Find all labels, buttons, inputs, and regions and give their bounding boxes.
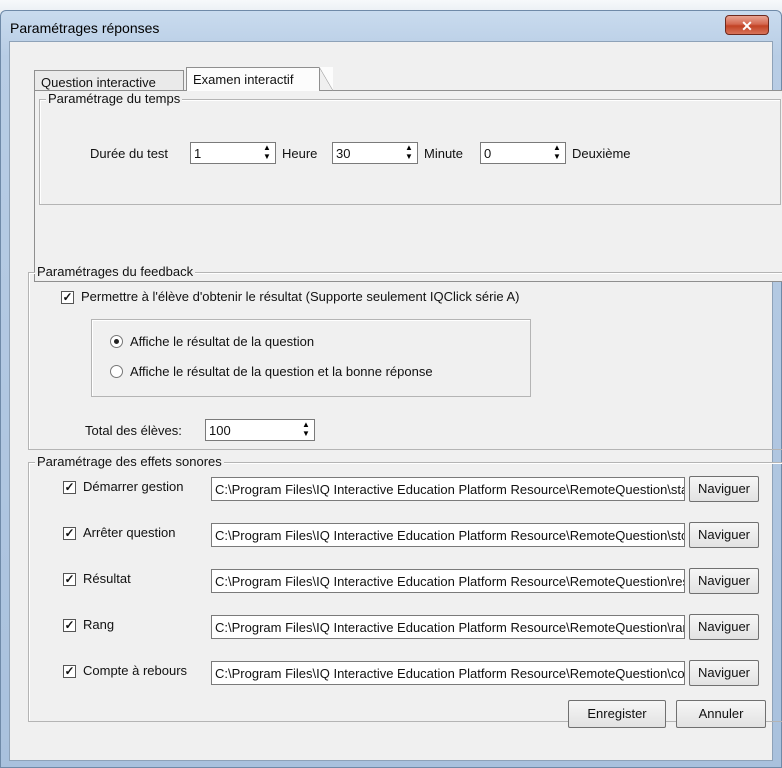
dialog-client-area: Question interactive Examen interactif P… [9, 41, 782, 761]
close-icon: ✕ [741, 18, 753, 34]
spin-arrows-icon[interactable]: ▲ ▼ [260, 144, 274, 162]
radio-show-result-and-answer[interactable] [110, 365, 123, 378]
seconds-spinner[interactable]: 0 ▲ ▼ [480, 142, 566, 164]
radio-show-result-label: Affiche le résultat de la question [130, 334, 315, 349]
sound-effects-group: Paramétrage des effets sonores ✓ Démarre… [28, 454, 782, 722]
sound-checkbox-result[interactable]: ✓ [63, 573, 76, 586]
result-options-box: Affiche le résultat de la question Affic… [91, 319, 531, 397]
minutes-spinner[interactable]: 30 ▲ ▼ [332, 142, 418, 164]
sound-checkbox-start[interactable]: ✓ [63, 481, 76, 494]
tab-examen-interactif[interactable]: Examen interactif [186, 67, 333, 91]
group-title: Paramétrage des effets sonores [35, 454, 224, 469]
seconds-value: 0 [484, 146, 492, 161]
spin-arrows-icon[interactable]: ▲ ▼ [299, 421, 313, 439]
total-students-label: Total des élèves: [85, 423, 182, 438]
spin-arrows-icon[interactable]: ▲ ▼ [402, 144, 416, 162]
sound-label-stop: Arrêter question [83, 525, 176, 540]
tab-label: Question interactive [41, 75, 156, 90]
sound-path-start[interactable]: C:\Program Files\IQ Interactive Educatio… [211, 477, 685, 501]
browse-button-countdown[interactable]: Naviguer [689, 660, 759, 686]
minutes-value: 30 [336, 146, 351, 161]
sound-label-start: Démarrer gestion [83, 479, 184, 494]
hours-value: 1 [194, 146, 202, 161]
tab-label: Examen interactif [193, 72, 294, 87]
feedback-group: Paramétrages du feedback ✓ Permettre à l… [28, 264, 782, 450]
sound-path-rank[interactable]: C:\Program Files\IQ Interactive Educatio… [211, 615, 685, 639]
time-settings-group: Paramétrage du temps Durée du test 1 ▲ ▼ … [39, 91, 781, 205]
sound-checkbox-countdown[interactable]: ✓ [63, 665, 76, 678]
allow-result-checkbox[interactable]: ✓ [61, 291, 74, 304]
hours-unit-label: Heure [282, 146, 318, 161]
group-title: Paramétrage du temps [46, 91, 183, 106]
radio-show-result[interactable] [110, 335, 123, 348]
sound-path-countdown[interactable]: C:\Program Files\IQ Interactive Educatio… [211, 661, 685, 685]
sound-label-countdown: Compte à rebours [83, 663, 188, 678]
browse-button-start[interactable]: Naviguer [689, 476, 759, 502]
minutes-unit-label: Minute [424, 146, 464, 161]
hours-spinner[interactable]: 1 ▲ ▼ [190, 142, 276, 164]
sound-path-stop[interactable]: C:\Program Files\IQ Interactive Educatio… [211, 523, 685, 547]
window-title: Paramétrages réponses [10, 20, 160, 36]
group-title: Paramétrages du feedback [35, 264, 196, 279]
total-students-spinner[interactable]: 100 ▲ ▼ [205, 419, 315, 441]
browse-button-result[interactable]: Naviguer [689, 568, 759, 594]
sound-path-result[interactable]: C:\Program Files\IQ Interactive Educatio… [211, 569, 685, 593]
allow-result-label: Permettre à l'élève d'obtenir le résulta… [81, 289, 520, 304]
tab-panel: Paramétrage du temps Durée du test 1 ▲ ▼ … [34, 90, 782, 282]
total-students-value: 100 [209, 423, 231, 438]
title-bar: Paramétrages réponses ✕ [1, 11, 781, 45]
spin-arrows-icon[interactable]: ▲ ▼ [550, 144, 564, 162]
tab-question-interactive[interactable]: Question interactive [34, 70, 184, 90]
dialog-window: Paramétrages réponses ✕ Question interac… [0, 10, 782, 768]
radio-show-result-and-answer-label: Affiche le résultat de la question et la… [130, 364, 433, 379]
save-button[interactable]: Enregister [568, 700, 666, 728]
browse-button-stop[interactable]: Naviguer [689, 522, 759, 548]
close-button[interactable]: ✕ [725, 15, 769, 35]
duration-label: Durée du test [90, 146, 169, 161]
sound-checkbox-stop[interactable]: ✓ [63, 527, 76, 540]
sound-checkbox-rank[interactable]: ✓ [63, 619, 76, 632]
sound-label-rank: Rang [83, 617, 115, 632]
browse-button-rank[interactable]: Naviguer [689, 614, 759, 640]
seconds-unit-label: Deuxième [572, 146, 631, 161]
sound-label-result: Résultat [83, 571, 131, 586]
cancel-button[interactable]: Annuler [676, 700, 766, 728]
